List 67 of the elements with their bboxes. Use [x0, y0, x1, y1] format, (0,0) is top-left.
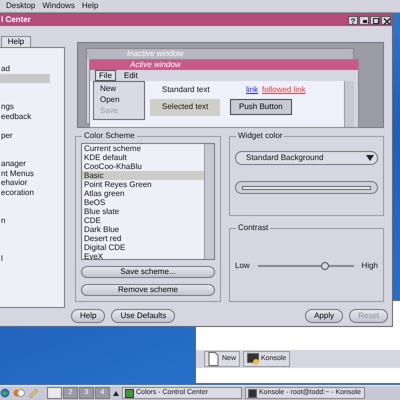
dropdown-arrow-icon [366, 155, 374, 161]
scrollbar[interactable] [204, 144, 214, 259]
scheme-item[interactable]: CDE [82, 216, 204, 225]
scheme-item[interactable]: CooCoo-KhaBlu [82, 162, 204, 171]
pencil-icon[interactable] [28, 388, 38, 398]
push-button[interactable]: Push Button [230, 99, 292, 116]
dropdown-value: Standard Background [246, 153, 324, 163]
desktop-pager-button[interactable] [47, 387, 62, 399]
color-dropdown[interactable]: Standard Background [235, 151, 378, 165]
scheme-button[interactable]: Remove scheme [81, 284, 215, 296]
color-button[interactable] [235, 181, 378, 194]
tab[interactable]: Help [1, 36, 31, 47]
document-icon [208, 352, 220, 366]
scheme-item[interactable]: Current scheme [82, 144, 204, 153]
maximize-icon[interactable] [371, 16, 381, 26]
sidebar-item[interactable]: nt Menus [0, 168, 64, 178]
group-title: Color Scheme [82, 131, 137, 141]
followed-link[interactable]: followed link [262, 85, 306, 95]
sidebar-item[interactable]: ecoration [0, 188, 64, 197]
footer-button[interactable]: Use Defaults [111, 308, 176, 322]
sidebar-item[interactable]: n [0, 216, 64, 226]
standard-text: Standard text [162, 85, 211, 95]
footer-button[interactable]: Help [71, 308, 106, 322]
slider-label: High [362, 260, 378, 270]
sidebar-item[interactable]: ngs [0, 102, 64, 112]
menu-item[interactable]: Desktop [6, 1, 36, 11]
scrollbar[interactable] [344, 81, 354, 127]
terminal-icon [247, 352, 260, 366]
menu-item[interactable]: New [94, 84, 144, 95]
scheme-item[interactable]: Desert red [82, 234, 204, 243]
sidebar-item[interactable]: eedback [0, 112, 64, 121]
terminal-icon [248, 388, 257, 398]
menu-item[interactable]: File [95, 70, 116, 82]
scheme-button[interactable]: Save scheme... [81, 266, 215, 278]
menu-item[interactable]: Edit [120, 70, 142, 82]
up-arrow-icon[interactable] [113, 390, 119, 396]
scheme-item[interactable]: Point Reyes Green [82, 180, 204, 189]
scheme-item[interactable]: KDE default [82, 153, 204, 162]
menu-item[interactable]: Windows [42, 1, 75, 11]
scheme-item[interactable]: BeOS [82, 198, 204, 207]
link[interactable]: link [246, 85, 258, 95]
scheme-item[interactable]: EveX [82, 252, 204, 261]
help-button[interactable]: ? [348, 16, 358, 24]
scheme-item[interactable]: Dark Blue [82, 225, 204, 234]
window-title: l Center [1, 15, 32, 25]
sidebar-item[interactable]: anager [0, 159, 64, 168]
slider-thumb[interactable] [320, 262, 329, 270]
sidebar-item[interactable]: ehavior [0, 178, 64, 188]
window-title: Active window [130, 60, 182, 70]
window-icon [125, 388, 134, 398]
group-title: Widget color [236, 131, 284, 141]
sidebar-item[interactable]: per [0, 130, 64, 140]
group-title: Contrast [236, 223, 270, 233]
globe-icon[interactable] [0, 388, 10, 398]
scheme-item[interactable]: Digital CDE [82, 243, 204, 252]
slider-label: Low [235, 260, 250, 270]
scheme-item[interactable]: Blue slate [82, 207, 204, 216]
sidebar-item[interactable]: ad [0, 64, 64, 74]
scheme-item[interactable]: Basic [82, 171, 204, 180]
sidebar-item[interactable]: l [0, 254, 64, 264]
menu-item[interactable]: Help [82, 1, 98, 11]
close-icon[interactable] [382, 16, 392, 26]
scheme-item[interactable]: Atlas green [82, 189, 204, 198]
window-title: Inactive window [127, 49, 185, 59]
selected-text: Selected text [150, 98, 220, 116]
menu-item[interactable]: Open [94, 95, 144, 106]
footer-button[interactable]: Apply [305, 308, 344, 322]
